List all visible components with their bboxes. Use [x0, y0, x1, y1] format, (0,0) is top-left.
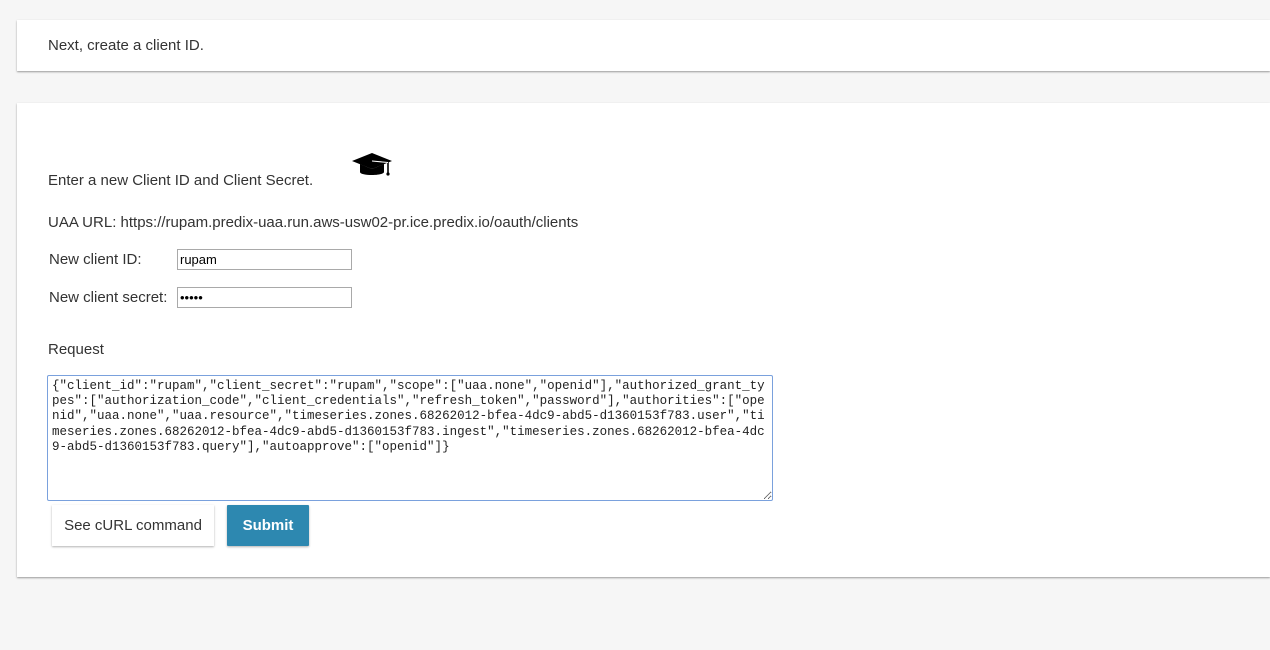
graduation-cap-icon [352, 153, 392, 176]
submit-button[interactable]: Submit [227, 505, 309, 546]
create-client-card: Enter a new Client ID and Client Secret.… [17, 103, 1270, 577]
client-secret-input[interactable] [177, 287, 352, 308]
request-body-textarea[interactable]: {"client_id":"rupam","client_secret":"ru… [47, 375, 773, 501]
intro-text: Next, create a client ID. [48, 37, 204, 54]
section-heading: Enter a new Client ID and Client Secret. [48, 172, 314, 189]
uaa-url-text: UAA URL: https://rupam.predix-uaa.run.aw… [48, 214, 579, 231]
client-id-label: New client ID: [49, 251, 142, 268]
client-secret-label: New client secret: [49, 289, 168, 306]
see-curl-button[interactable]: See cURL command [52, 505, 214, 546]
request-label: Request [48, 341, 104, 358]
intro-card: Next, create a client ID. [17, 20, 1270, 71]
client-id-input[interactable] [177, 249, 352, 270]
